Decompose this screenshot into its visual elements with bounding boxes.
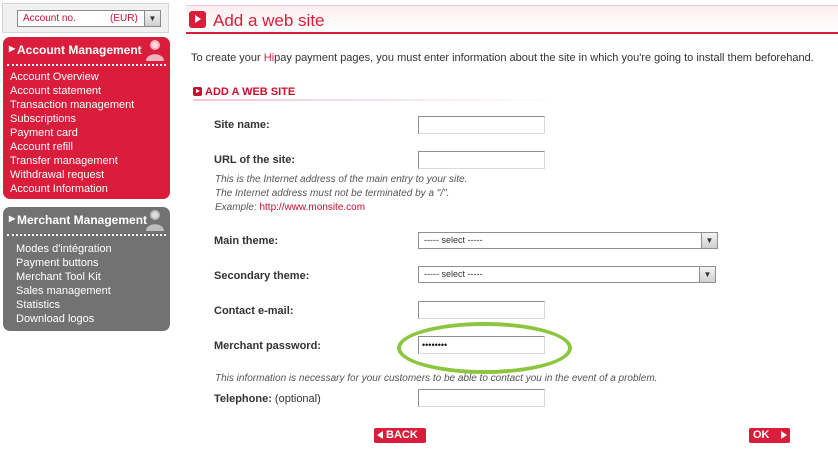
back-button[interactable]: BACK bbox=[374, 428, 426, 443]
url-hint-1: This is the Internet address of the main… bbox=[215, 174, 468, 185]
telephone-optional: (optional) bbox=[271, 393, 321, 405]
menu-item-merchant-tool-kit[interactable]: Merchant Tool Kit bbox=[16, 270, 112, 284]
account-management-list: Account Overview Account statement Trans… bbox=[10, 70, 134, 196]
menu-item-account-overview[interactable]: Account Overview bbox=[10, 70, 134, 84]
contact-email-label: Contact e-mail: bbox=[214, 305, 294, 317]
back-button-label: BACK bbox=[386, 429, 418, 441]
intro-highlight: Hi bbox=[263, 52, 275, 64]
menu-divider bbox=[7, 64, 166, 66]
account-currency: (EUR) bbox=[110, 13, 138, 24]
menu-item-account-information[interactable]: Account Information bbox=[10, 182, 134, 196]
merchant-password-label: Merchant password: bbox=[214, 340, 321, 352]
ok-button-label: OK bbox=[753, 429, 770, 441]
merchant-management-title: Merchant Management bbox=[17, 213, 148, 227]
intro-before: To create your bbox=[191, 52, 264, 64]
merchant-management-list: Modes d'intégration Payment buttons Merc… bbox=[16, 242, 112, 326]
intro-text: To create your Hipay payment pages, you … bbox=[191, 52, 814, 64]
main-theme-selected: ----- select ----- bbox=[424, 235, 483, 245]
account-selector-panel: Account no. (EUR) ▼ bbox=[2, 3, 169, 33]
url-example-prefix: Example: bbox=[215, 202, 260, 213]
url-input[interactable] bbox=[418, 151, 545, 169]
menu-item-integration-modes[interactable]: Modes d'intégration bbox=[16, 242, 112, 256]
highlight-ring bbox=[397, 322, 572, 374]
merchant-management-menu: ▶ Merchant Management Modes d'intégratio… bbox=[3, 207, 170, 331]
menu-divider bbox=[7, 234, 166, 236]
account-management-menu: ▶ Account Management Account Overview Ac… bbox=[3, 37, 170, 199]
header-underline bbox=[186, 32, 838, 34]
menu-item-subscriptions[interactable]: Subscriptions bbox=[10, 112, 134, 126]
menu-item-account-refill[interactable]: Account refill bbox=[10, 140, 134, 154]
chevron-down-icon[interactable]: ▼ bbox=[144, 11, 160, 26]
menu-item-payment-buttons[interactable]: Payment buttons bbox=[16, 256, 112, 270]
account-select[interactable]: Account no. (EUR) ▼ bbox=[17, 10, 161, 27]
telephone-label-text: Telephone: bbox=[214, 393, 272, 405]
page-title: Add a web site bbox=[213, 11, 325, 30]
menu-item-sales-management[interactable]: Sales management bbox=[16, 284, 112, 298]
secondary-theme-label: Secondary theme: bbox=[214, 270, 310, 282]
main-theme-label: Main theme: bbox=[214, 235, 279, 247]
back-arrow-icon bbox=[377, 431, 383, 439]
person-icon bbox=[146, 210, 164, 231]
url-label: URL of the site: bbox=[214, 154, 296, 166]
main-theme-select[interactable]: ----- select ----- ▼ bbox=[418, 232, 718, 249]
url-example-link[interactable]: http://www.monsite.com bbox=[259, 202, 365, 213]
section-title: ADD A WEB SITE bbox=[205, 86, 296, 98]
contact-email-input[interactable] bbox=[418, 301, 545, 319]
secondary-theme-select[interactable]: ----- select ----- ▼ bbox=[418, 266, 716, 283]
url-hint-2: The Internet address must not be termina… bbox=[215, 188, 450, 199]
url-hint-example: Example: http://www.monsite.com bbox=[215, 201, 365, 215]
forward-arrow-icon bbox=[781, 431, 787, 439]
menu-item-account-statement[interactable]: Account statement bbox=[10, 84, 134, 98]
account-management-title: Account Management bbox=[17, 43, 142, 57]
menu-item-payment-card[interactable]: Payment card bbox=[10, 126, 134, 140]
ok-button[interactable]: OK bbox=[749, 428, 790, 443]
play-arrow-icon bbox=[193, 87, 202, 96]
menu-item-download-logos[interactable]: Download logos bbox=[16, 312, 112, 326]
menu-item-withdrawal-request[interactable]: Withdrawal request bbox=[10, 168, 134, 182]
contact-info-hint: This information is necessary for your c… bbox=[215, 373, 658, 384]
site-name-label: Site name: bbox=[214, 119, 270, 131]
play-arrow-icon bbox=[189, 11, 206, 28]
telephone-input[interactable] bbox=[418, 389, 545, 407]
chevron-down-icon[interactable]: ▼ bbox=[699, 267, 715, 282]
person-icon bbox=[146, 40, 164, 61]
menu-item-transaction-management[interactable]: Transaction management bbox=[10, 98, 134, 112]
menu-item-transfer-management[interactable]: Transfer management bbox=[10, 154, 134, 168]
telephone-label: Telephone: (optional) bbox=[214, 393, 321, 405]
chevron-down-icon[interactable]: ▼ bbox=[701, 233, 717, 248]
account-management-header[interactable]: ▶ Account Management bbox=[3, 37, 170, 63]
site-name-input[interactable] bbox=[418, 116, 545, 134]
section-underline bbox=[193, 99, 558, 101]
account-select-label: Account no. bbox=[23, 13, 76, 24]
triangle-right-icon: ▶ bbox=[9, 44, 16, 53]
intro-after: pay payment pages, you must enter inform… bbox=[274, 52, 814, 64]
page-header: Add a web site bbox=[186, 5, 838, 32]
secondary-theme-selected: ----- select ----- bbox=[424, 269, 483, 279]
menu-item-statistics[interactable]: Statistics bbox=[16, 298, 112, 312]
triangle-right-icon: ▶ bbox=[9, 214, 16, 223]
merchant-management-header[interactable]: ▶ Merchant Management bbox=[3, 207, 170, 233]
